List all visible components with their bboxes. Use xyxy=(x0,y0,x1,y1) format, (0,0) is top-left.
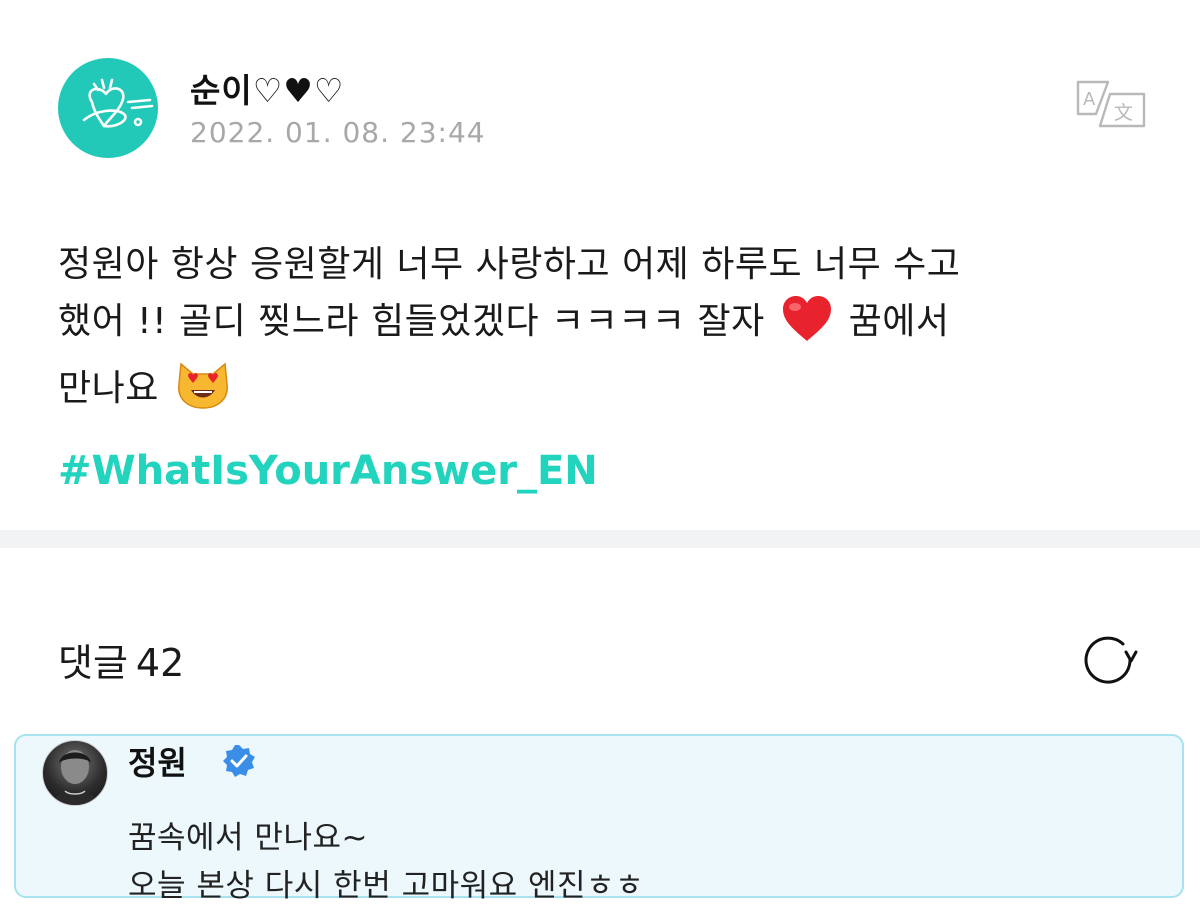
svg-text:A: A xyxy=(1083,89,1096,110)
post-body-text: 꿈에서 xyxy=(848,301,950,342)
heart-eyes-cat-icon xyxy=(175,360,231,427)
post-body-text: 했어 !! 골디 찢느라 힘들었겠다 ㅋㅋㅋㅋ 잘자 xyxy=(58,301,765,342)
comments-count: 42 xyxy=(135,641,185,685)
avatar-logo-icon xyxy=(82,78,154,128)
artist-comment-line: 꿈속에서 만나요~ xyxy=(128,820,368,856)
red-heart-icon xyxy=(781,295,833,360)
refresh-button[interactable] xyxy=(1078,630,1138,690)
artist-name[interactable]: 정원 xyxy=(128,738,187,784)
svg-text:文: 文 xyxy=(1114,102,1133,124)
post-hashtag[interactable]: #WhatIsYourAnswer_EN xyxy=(58,448,598,494)
post-body-line: 만나요 xyxy=(58,360,1148,427)
comments-title: 댓글 42 xyxy=(58,632,184,687)
comments-label: 댓글 xyxy=(58,641,128,685)
post-header: 순이♡♥♡ 2022. 01. 08. 23:44 A 文 xyxy=(58,58,1148,158)
section-divider xyxy=(0,530,1200,548)
author-avatar[interactable] xyxy=(58,58,158,158)
translate-icon: A 文 xyxy=(1076,80,1146,128)
post-body: 정원아 항상 응원할게 너무 사랑하고 어제 하루도 너무 수고 했어 !! 골… xyxy=(58,236,1148,427)
post-timestamp: 2022. 01. 08. 23:44 xyxy=(190,116,486,149)
comments-header: 댓글 42 xyxy=(58,632,1148,692)
refresh-icon xyxy=(1084,636,1138,684)
artist-avatar[interactable] xyxy=(42,740,108,806)
artist-comment-card[interactable]: 정원 꿈속에서 만나요~ 오늘 본상 다시 한번 고마워요 엔진ㅎㅎ xyxy=(14,734,1184,904)
post-body-text: 만나요 xyxy=(58,368,159,409)
translate-button[interactable]: A 文 xyxy=(1074,78,1148,130)
author-name[interactable]: 순이♡♥♡ xyxy=(190,64,344,112)
post-body-line: 했어 !! 골디 찢느라 힘들었겠다 ㅋㅋㅋㅋ 잘자 꿈에서 xyxy=(58,293,1148,360)
verified-badge-icon xyxy=(222,744,256,778)
post-body-line: 정원아 항상 응원할게 너무 사랑하고 어제 하루도 너무 수고 xyxy=(58,244,961,285)
artist-comment-line: 오늘 본상 다시 한번 고마워요 엔진ㅎㅎ xyxy=(128,868,645,904)
